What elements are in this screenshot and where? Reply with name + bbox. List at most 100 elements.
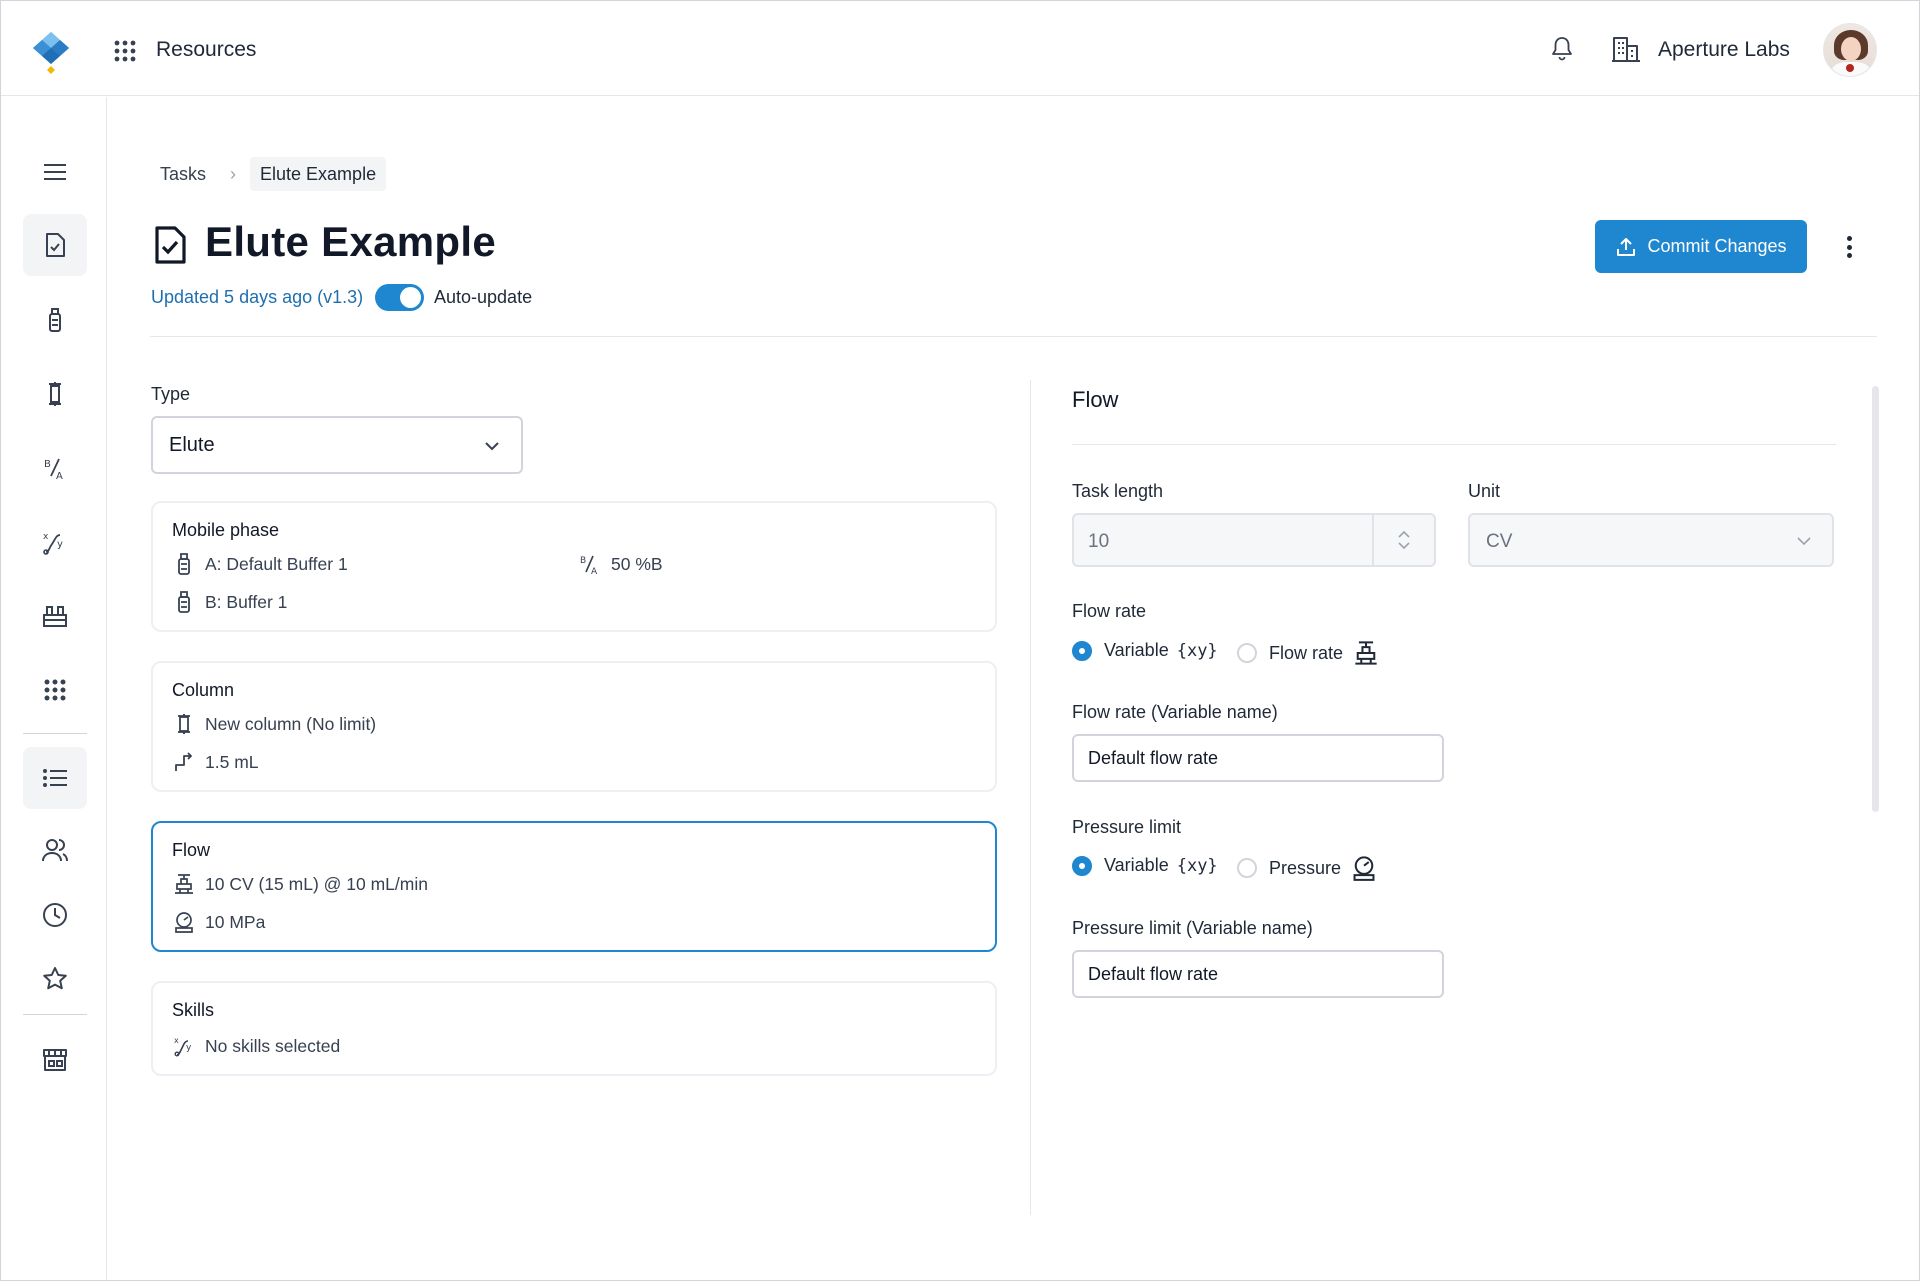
list-icon xyxy=(43,769,67,787)
flow-card[interactable]: Flow 10 CV (15 mL) @ 10 mL/min 10 MPa xyxy=(151,821,997,952)
sidebar-item-racks[interactable] xyxy=(23,585,87,647)
radio-button[interactable] xyxy=(1237,643,1257,663)
breadcrumb-current: Elute Example xyxy=(250,157,387,191)
column-icon xyxy=(49,382,61,406)
radio-button[interactable] xyxy=(1072,640,1092,661)
bell-icon[interactable] xyxy=(1550,35,1574,63)
building-icon xyxy=(1612,37,1640,62)
breadcrumb: Tasks › Elute Example xyxy=(150,156,387,192)
bottle-icon xyxy=(178,591,190,613)
radio-button[interactable] xyxy=(1072,855,1092,876)
pressure-gauge-icon xyxy=(175,912,193,933)
updown-chevron-icon xyxy=(1398,530,1410,550)
flow-rate-variable-option[interactable]: Variable {xy} xyxy=(1072,640,1218,661)
card-title: Column xyxy=(172,680,235,700)
star-icon xyxy=(43,967,67,990)
sidebar-item-list[interactable] xyxy=(23,747,87,809)
pressure-limit-label: Pressure limit xyxy=(1072,817,1182,837)
sidebar-item-skills[interactable]: xy xyxy=(23,511,87,573)
sidebar-item-favorites[interactable] xyxy=(23,948,87,1010)
task-length-label: Task length xyxy=(1072,481,1164,501)
bottle-icon xyxy=(178,553,190,575)
unit-select[interactable]: CV xyxy=(1468,513,1834,567)
chevron-down-icon xyxy=(485,442,499,451)
mobile-phase-a: A: Default Buffer 1 xyxy=(173,553,348,575)
mobile-phase-card[interactable]: Mobile phase A: Default Buffer 1 B: Buff… xyxy=(151,501,997,632)
store-icon xyxy=(43,1049,67,1071)
more-options-icon[interactable] xyxy=(1838,232,1860,262)
chevron-right-icon: › xyxy=(230,163,237,184)
sidebar-divider xyxy=(23,1014,87,1015)
sidebar-item-gradients[interactable]: BA xyxy=(23,437,87,499)
flow-pressure: 10 MPa xyxy=(173,911,265,933)
type-select[interactable]: Elute xyxy=(151,416,523,474)
svg-text:y: y xyxy=(186,1043,192,1053)
brand-logo-icon[interactable] xyxy=(31,30,71,74)
stepper-control[interactable] xyxy=(1372,515,1434,565)
skills-card[interactable]: Skills xy No skills selected xyxy=(151,981,997,1076)
upload-icon xyxy=(1617,237,1636,256)
panel-title: Flow xyxy=(1072,387,1119,412)
mobile-phase-b: B: Buffer 1 xyxy=(173,591,287,613)
variable-xy-icon: {xy} xyxy=(1176,855,1218,876)
users-icon xyxy=(42,839,68,862)
sidebar-item-buffers[interactable] xyxy=(23,289,87,351)
app-frame xyxy=(0,0,1920,1281)
sidebar-item-plates[interactable] xyxy=(23,659,87,721)
step-arrow-icon xyxy=(175,752,192,771)
header-divider xyxy=(150,336,1877,337)
pressure-variable-label: Pressure limit (Variable name) xyxy=(1072,918,1313,938)
column-volume: 1.5 mL xyxy=(173,751,259,773)
sidebar-item-columns[interactable] xyxy=(23,363,87,425)
card-title: Skills xyxy=(172,1000,215,1020)
sidebar-item-users[interactable] xyxy=(23,819,87,881)
radio-button[interactable] xyxy=(1237,858,1257,878)
column-card[interactable]: Column New column (No limit) 1.5 mL xyxy=(151,661,997,792)
flow-rate-fixed-option[interactable]: Flow rate xyxy=(1237,640,1379,666)
ratio-icon: BA xyxy=(44,458,63,482)
skills-icon: xy xyxy=(43,532,63,555)
card-title: Mobile phase xyxy=(172,520,280,540)
sidebar-divider xyxy=(23,733,87,734)
menu-icon xyxy=(44,164,66,180)
panel-scrollbar[interactable] xyxy=(1872,386,1879,812)
type-label: Type xyxy=(151,384,191,404)
svg-text:x: x xyxy=(43,532,49,542)
svg-text:y: y xyxy=(57,539,63,550)
flow-rate-label: Flow rate xyxy=(1072,601,1147,621)
ratio-icon: BA xyxy=(580,555,598,575)
resources-menu[interactable]: Resources xyxy=(156,38,256,62)
pressure-variable-input[interactable]: Default flow rate xyxy=(1072,950,1444,998)
task-document-icon xyxy=(155,226,186,264)
sidebar-item-store[interactable] xyxy=(23,1029,87,1091)
auto-update-toggle[interactable] xyxy=(375,284,424,311)
flow-rate-icon xyxy=(175,874,193,894)
sidebar-item-history[interactable] xyxy=(23,884,87,946)
column-name: New column (No limit) xyxy=(173,713,376,735)
chevron-down-icon xyxy=(1797,537,1811,546)
commit-changes-button[interactable]: Commit Changes xyxy=(1595,220,1807,273)
sidebar-item-tasks[interactable] xyxy=(23,214,87,276)
svg-text:A: A xyxy=(591,567,598,575)
bottle-icon xyxy=(49,308,61,332)
skills-value: xy No skills selected xyxy=(174,1035,341,1057)
apps-grid-icon[interactable] xyxy=(113,39,137,63)
task-length-input[interactable]: 10 xyxy=(1072,513,1436,567)
sidebar: BA xy xyxy=(1,97,107,1280)
panel-divider xyxy=(1072,444,1836,445)
sidebar-menu-toggle[interactable] xyxy=(23,141,87,203)
breadcrumb-tasks[interactable]: Tasks xyxy=(150,164,216,185)
organization-name[interactable]: Aperture Labs xyxy=(1658,38,1790,62)
svg-text:B: B xyxy=(44,459,51,470)
page-title: Elute Example xyxy=(205,218,497,265)
version-link[interactable]: Updated 5 days ago (v1.3) xyxy=(151,287,363,308)
column-divider xyxy=(1030,380,1031,1215)
grid-icon xyxy=(44,679,66,701)
user-avatar[interactable] xyxy=(1823,23,1877,77)
pressure-fixed-option[interactable]: Pressure xyxy=(1237,855,1377,881)
pressure-gauge-icon xyxy=(1353,856,1375,881)
rack-icon xyxy=(43,606,67,627)
commit-changes-label: Commit Changes xyxy=(1647,236,1787,256)
pressure-variable-option[interactable]: Variable {xy} xyxy=(1072,855,1218,876)
flow-rate-variable-input[interactable]: Default flow rate xyxy=(1072,734,1444,782)
